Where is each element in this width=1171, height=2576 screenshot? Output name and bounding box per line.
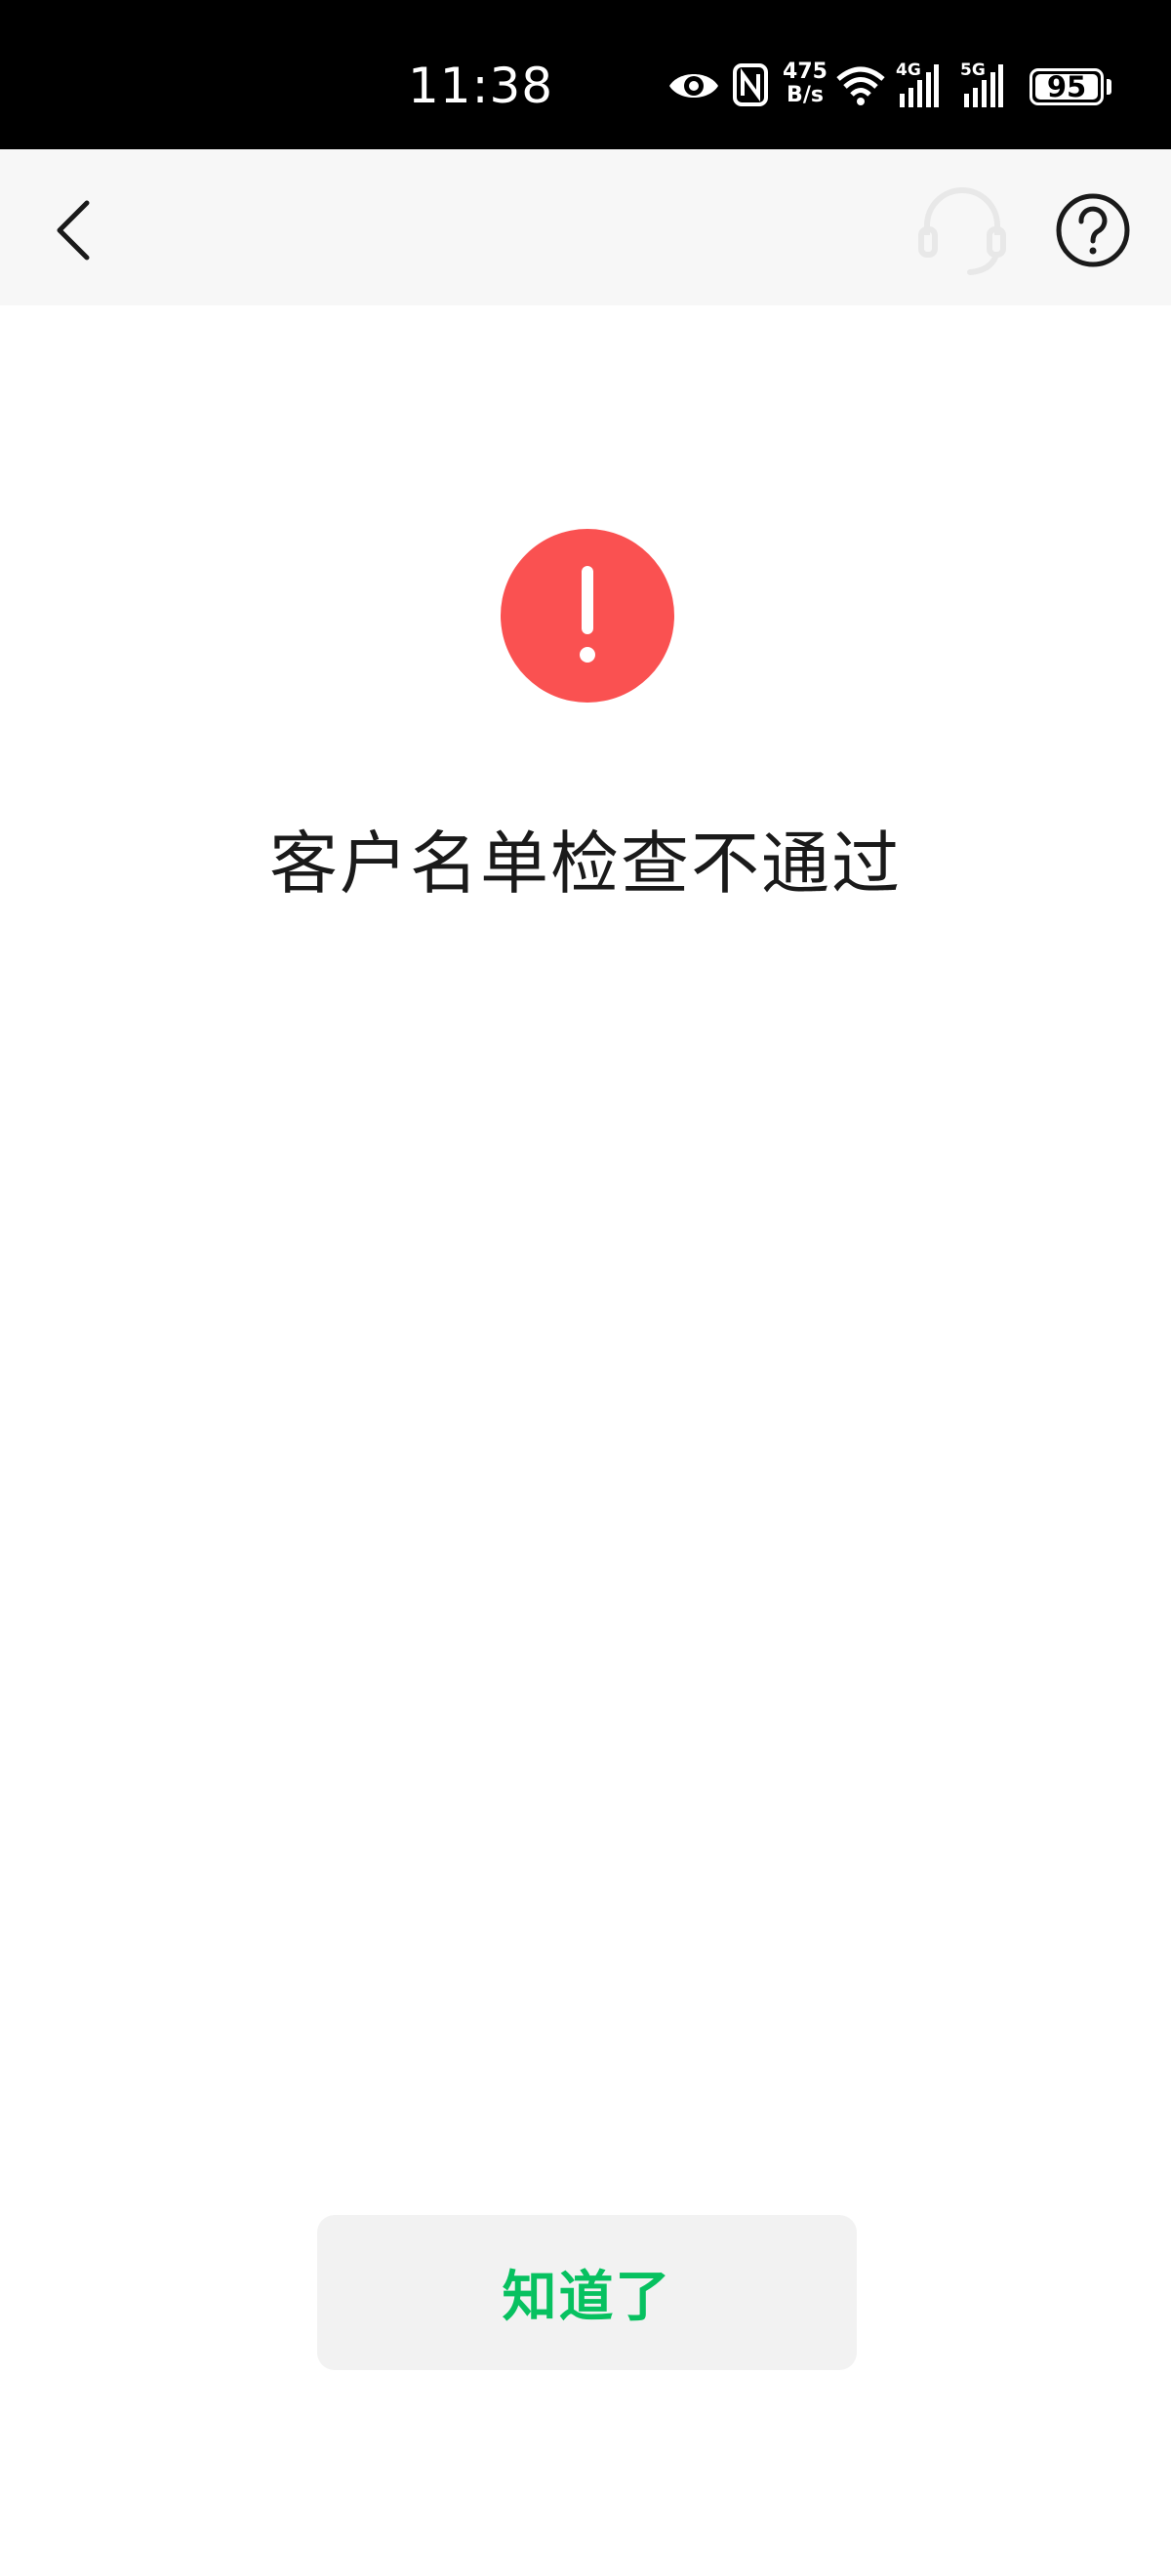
signal-5g-icon xyxy=(964,64,1003,107)
status-icons: 475 B/s 4G 5G 95 xyxy=(667,57,1111,115)
battery-level: 95 xyxy=(1046,70,1087,103)
help-button[interactable] xyxy=(1054,191,1132,269)
wifi-icon xyxy=(836,66,885,105)
status-time: 11:38 xyxy=(408,58,554,114)
nfc-icon xyxy=(733,63,768,106)
question-circle-icon xyxy=(1056,193,1130,267)
result-title: 客户名单检查不通过 xyxy=(269,824,902,904)
net-speed-unit: B/s xyxy=(787,83,824,107)
eye-icon xyxy=(669,74,718,98)
customer-service-button[interactable] xyxy=(913,182,1011,280)
net-speed-value: 475 xyxy=(783,60,828,84)
headset-icon xyxy=(918,187,1006,275)
battery-tip xyxy=(1107,79,1111,95)
battery-icon: 95 xyxy=(1030,68,1104,105)
status-bar: 11:38 475 B/s 4G 5G 95 xyxy=(0,0,1171,149)
back-button[interactable] xyxy=(39,181,107,279)
confirm-button[interactable]: 知道了 xyxy=(317,2215,857,2370)
signal-4g-icon xyxy=(900,64,939,107)
nav-bar xyxy=(0,149,1171,305)
exclamation-circle-icon xyxy=(501,529,674,703)
net-speed: 475 B/s xyxy=(781,60,829,107)
chevron-left-icon xyxy=(57,200,90,261)
